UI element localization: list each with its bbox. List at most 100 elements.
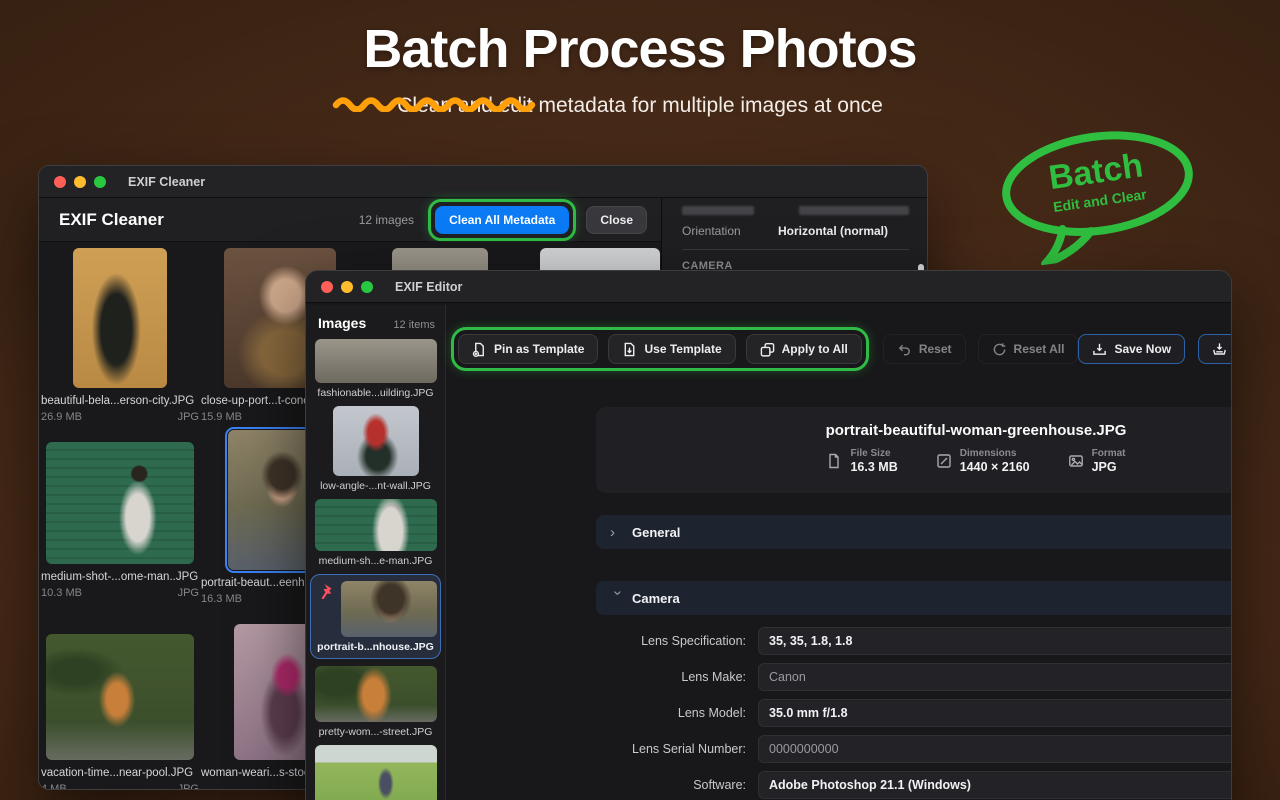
image-name: low-angle-...nt-wall.JPG	[306, 480, 445, 492]
save-tray-icon	[1092, 342, 1107, 357]
photo-size: 26.9 MB	[41, 411, 82, 423]
undo-icon	[897, 342, 912, 357]
sidebar-image-item[interactable]: medium-sh...e-man.JPG	[306, 499, 445, 567]
squiggle-underline	[332, 94, 548, 112]
sidebar-image-item[interactable]: fashionable...uilding.JPG	[306, 339, 445, 399]
lens-serial-number-input[interactable]	[758, 735, 1232, 763]
document-plus-icon	[472, 342, 487, 357]
sidebar-image-item[interactable]: low-angle-...nt-wall.JPG	[306, 406, 445, 492]
photo-card[interactable]: beautiful-bela...erson-city.JPG 26.9 MB J…	[41, 248, 199, 423]
field-label: Lens Make:	[596, 670, 758, 684]
field-lens-make: Lens Make:	[596, 663, 1232, 691]
stat-format: FormatJPG	[1068, 448, 1126, 474]
document-icon	[826, 453, 842, 469]
detail-row-orientation: Orientation Horizontal (normal)	[682, 224, 909, 238]
photo-format: JPG	[178, 587, 199, 599]
sidebar-title: Images	[318, 315, 366, 331]
page-subtitle: Clean and edit metadata for multiple ima…	[0, 94, 1280, 118]
photo-name: vacation-time...near-pool.JPG	[41, 767, 199, 779]
lens-make-input[interactable]	[758, 663, 1232, 691]
field-software: Software:	[596, 771, 1232, 799]
section-camera[interactable]: › Camera 32	[596, 581, 1232, 615]
lens-model-input[interactable]	[758, 699, 1232, 727]
image-icon	[1068, 453, 1084, 469]
reset-button[interactable]: Reset	[883, 334, 966, 364]
editor-sidebar: Images 12 items fashionable...uilding.JP…	[306, 305, 446, 800]
undo-circle-icon	[992, 342, 1007, 357]
traffic-lights	[321, 281, 373, 293]
image-thumbnail	[315, 499, 437, 551]
photo-name: beautiful-bela...erson-city.JPG	[41, 395, 199, 407]
page-title: Batch Process Photos	[0, 18, 1280, 80]
save-all-button[interactable]: Save All	[1198, 334, 1232, 364]
photo-thumbnail	[46, 634, 194, 760]
save-now-button[interactable]: Save Now	[1078, 334, 1185, 364]
clipped-detail-row	[682, 206, 909, 215]
sidebar-image-item[interactable]	[306, 745, 445, 800]
editor-main: Pin as Template Use Template Apply to Al…	[446, 305, 1231, 800]
photo-card[interactable]: medium-shot-...ome-man..JPG 10.3 MBJPG	[41, 430, 199, 599]
field-label: Software:	[596, 778, 758, 792]
editor-titlebar[interactable]: EXIF Editor	[306, 271, 1231, 303]
pin-icon	[317, 583, 333, 599]
images-count: 12 images	[359, 213, 414, 227]
stat-file-size: File Size16.3 MB	[826, 448, 897, 474]
dimensions-icon	[936, 453, 952, 469]
field-lens-serial-number: Lens Serial Number:	[596, 735, 1232, 763]
close-window-icon[interactable]	[321, 281, 333, 293]
window-title: EXIF Editor	[395, 280, 462, 294]
exif-editor-window: EXIF Editor Images 12 items fashionable.…	[305, 270, 1232, 800]
field-label: Lens Model:	[596, 706, 758, 720]
file-name: portrait-beautiful-woman-greenhouse.JPG	[596, 422, 1232, 439]
file-summary-card: portrait-beautiful-woman-greenhouse.JPG …	[596, 407, 1232, 493]
cleaner-close-button[interactable]: Close	[586, 206, 647, 234]
zoom-window-icon[interactable]	[94, 176, 106, 188]
save-all-tray-icon	[1212, 342, 1227, 357]
photo-size: 15.9 MB	[201, 411, 242, 423]
editor-toolbar: Pin as Template Use Template Apply to Al…	[451, 327, 1217, 371]
photo-thumbnail	[73, 248, 167, 388]
photo-name: medium-shot-...ome-man..JPG	[41, 571, 199, 583]
image-name: fashionable...uilding.JPG	[306, 387, 445, 399]
document-arrow-icon	[622, 342, 637, 357]
photo-format: JPG	[178, 411, 199, 423]
clean-all-metadata-button[interactable]: Clean All Metadata	[435, 206, 569, 234]
cleaner-heading: EXIF Cleaner	[59, 210, 164, 230]
lens-specification-input[interactable]	[758, 627, 1232, 655]
chevron-right-icon: ›	[610, 524, 626, 541]
photo-size: 16.3 MB	[201, 593, 242, 605]
image-thumbnail	[315, 666, 437, 722]
section-general[interactable]: › General 5	[596, 515, 1232, 549]
batch-speech-bubble: Batch Edit and Clear	[988, 119, 1203, 271]
copy-icon	[760, 342, 775, 357]
reset-all-button[interactable]: Reset All	[978, 334, 1079, 364]
cleaner-titlebar[interactable]: EXIF Cleaner	[39, 166, 927, 198]
use-template-button[interactable]: Use Template	[608, 334, 735, 364]
image-thumbnail	[315, 745, 437, 800]
field-label: Lens Serial Number:	[596, 742, 758, 756]
zoom-window-icon[interactable]	[361, 281, 373, 293]
traffic-lights	[54, 176, 106, 188]
image-thumbnail	[341, 581, 437, 637]
software-input[interactable]	[758, 771, 1232, 799]
chevron-down-icon: ›	[610, 590, 627, 606]
pin-as-template-button[interactable]: Pin as Template	[458, 334, 598, 364]
close-window-icon[interactable]	[54, 176, 66, 188]
photo-size: 4 MB	[41, 783, 67, 790]
field-label: Lens Specification:	[596, 634, 758, 648]
sidebar-image-item-selected[interactable]: portrait-b...nhouse.JPG	[310, 574, 441, 659]
minimize-window-icon[interactable]	[74, 176, 86, 188]
apply-to-all-button[interactable]: Apply to All	[746, 334, 862, 364]
sidebar-image-item[interactable]: pretty-wom...-street.JPG	[306, 666, 445, 738]
image-name: pretty-wom...-street.JPG	[306, 726, 445, 738]
window-title: EXIF Cleaner	[128, 175, 205, 189]
image-name: portrait-b...nhouse.JPG	[315, 641, 436, 653]
hero: Batch Process Photos Clean and edit meta…	[0, 18, 1280, 118]
field-lens-model: Lens Model:	[596, 699, 1232, 727]
template-buttons-highlight-ring: Pin as Template Use Template Apply to Al…	[451, 327, 869, 371]
detail-value: Horizontal (normal)	[778, 224, 888, 238]
photo-card[interactable]: vacation-time...near-pool.JPG 4 MBJPG	[41, 624, 199, 790]
photo-thumbnail	[46, 442, 194, 564]
minimize-window-icon[interactable]	[341, 281, 353, 293]
sidebar-count: 12 items	[393, 319, 435, 331]
